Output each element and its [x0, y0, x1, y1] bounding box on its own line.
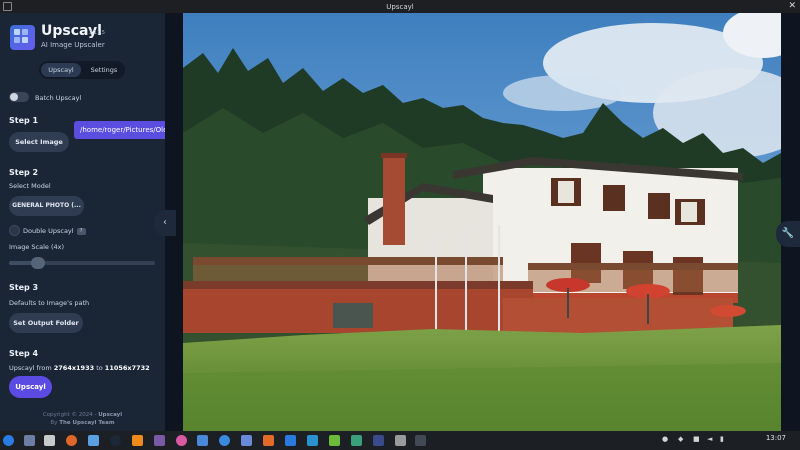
app-icon-6[interactable]: [351, 435, 362, 446]
window-titlebar: Upscayl ✕: [0, 0, 800, 13]
copyright-text: Copyright © 2024 -: [42, 412, 99, 418]
battery-icon[interactable]: ▮: [720, 435, 724, 443]
step3-title: Step 3: [9, 283, 39, 292]
double-upscayl-checkbox[interactable]: [9, 225, 20, 236]
app-icon-2[interactable]: [154, 435, 165, 446]
upscayl-button[interactable]: Upscayl: [9, 376, 52, 398]
upscale-dimensions-text: Upscayl from 2764x1933 to 11056x7732: [9, 364, 150, 372]
vlc-icon[interactable]: [132, 435, 143, 446]
tab-upscayl[interactable]: Upscayl: [41, 63, 81, 77]
close-icon[interactable]: ✕: [788, 1, 796, 11]
info-badge[interactable]: ?: [76, 228, 86, 235]
app-icon-4[interactable]: [241, 435, 252, 446]
browser-icon[interactable]: [219, 435, 230, 446]
app-version: 2.11.5: [89, 30, 105, 36]
footer-copyright: Copyright © 2024 - Upscayl: [0, 412, 165, 418]
nvidia-icon[interactable]: [329, 435, 340, 446]
tray-icon-3[interactable]: ■: [693, 435, 700, 443]
app-icon-3[interactable]: [176, 435, 187, 446]
team-name: The Upscayl Team: [59, 420, 115, 426]
files-app-icon[interactable]: [44, 435, 55, 446]
copyright-brand: Upscayl: [98, 412, 123, 418]
step2-title: Step 2: [9, 168, 39, 177]
model-select-button[interactable]: GENERAL PHOTO (...: [9, 196, 84, 216]
batch-upscayl-label: Batch Upscayl: [35, 94, 82, 102]
volume-icon[interactable]: ◄: [707, 435, 712, 443]
firefox-icon[interactable]: [66, 435, 77, 446]
set-output-folder-button[interactable]: Set Output Folder: [9, 313, 83, 333]
start-menu-icon[interactable]: [3, 435, 14, 446]
step1-title: Step 1: [9, 116, 39, 125]
batch-upscayl-toggle[interactable]: [9, 92, 29, 102]
app-icon-8[interactable]: [395, 435, 406, 446]
app-tagline: AI Image Upscaler: [41, 41, 105, 49]
taskbar-clock: 13:07: [765, 434, 786, 442]
upscale-prefix: Upscayl from: [9, 364, 54, 372]
document-icon[interactable]: [285, 435, 296, 446]
collapse-sidebar-chevron-left-icon[interactable]: ‹: [154, 210, 176, 236]
upscale-mid: to: [94, 364, 105, 372]
tray-icon-2[interactable]: ◆: [678, 435, 683, 443]
double-upscayl-label: Double Upscayl?: [23, 227, 86, 235]
preview-photo: [183, 13, 781, 431]
tray-icon-1[interactable]: ●: [662, 435, 668, 443]
toggle-knob: [10, 93, 18, 101]
image-scale-slider[interactable]: [9, 257, 155, 269]
system-taskbar: ● ◆ ■ ◄ ▮ 13:07: [0, 431, 800, 450]
double-upscayl-text: Double Upscayl: [23, 227, 74, 235]
step4-title: Step 4: [9, 349, 39, 358]
select-image-button[interactable]: Select Image: [9, 132, 69, 152]
target-size: 11056x7732: [104, 364, 150, 372]
window-app-icon: [3, 2, 12, 11]
settings-app-icon[interactable]: [24, 435, 35, 446]
tab-settings[interactable]: Settings: [84, 63, 124, 77]
steam-icon[interactable]: [110, 435, 121, 446]
select-model-label: Select Model: [9, 182, 51, 190]
team-prefix: By: [50, 420, 60, 426]
app-icon-7[interactable]: [373, 435, 384, 446]
output-folder-desc: Defaults to Image's path: [9, 299, 90, 307]
terminal-icon[interactable]: [415, 435, 426, 446]
upscayl-logo-icon: [10, 25, 35, 50]
app-icon-1[interactable]: [88, 435, 99, 446]
wrench-icon[interactable]: 🔧: [776, 221, 800, 247]
tab-bar: Upscayl Settings: [39, 61, 125, 79]
image-scale-label: Image Scale (4x): [9, 243, 65, 251]
upscayl-taskbar-icon[interactable]: [197, 435, 208, 446]
window-title: Upscayl: [386, 2, 414, 11]
image-preview: [183, 13, 781, 431]
source-size: 2764x1933: [53, 364, 95, 372]
slider-thumb[interactable]: [31, 257, 46, 269]
mail-icon[interactable]: [307, 435, 318, 446]
footer-team: By The Upscayl Team: [0, 420, 165, 426]
app-icon-5[interactable]: [263, 435, 274, 446]
sidebar: Upscayl 2.11.5 AI Image Upscaler Upscayl…: [0, 13, 165, 431]
